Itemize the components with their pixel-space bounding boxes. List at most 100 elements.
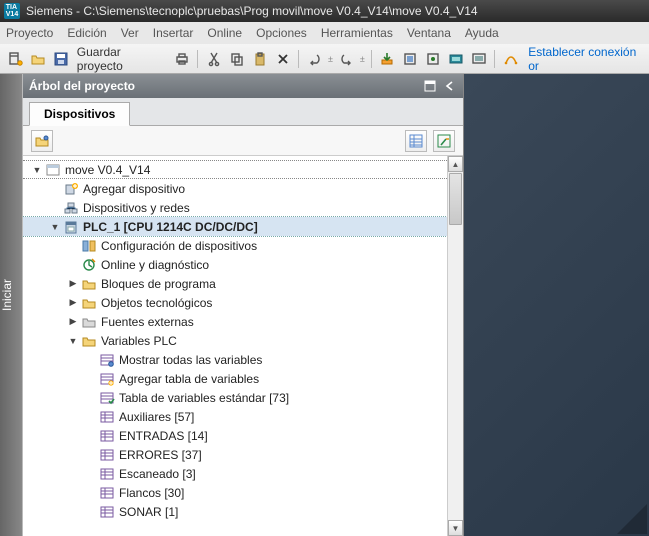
tagtbl-icon — [99, 409, 115, 425]
collapse-icon[interactable]: ▼ — [67, 335, 79, 347]
toolbar-separator — [197, 50, 198, 68]
expand-icon[interactable]: ▶ — [67, 297, 79, 309]
menu-project[interactable]: Proyecto — [6, 26, 53, 40]
tree-node[interactable]: ▶Objetos tecnológicos — [23, 293, 447, 312]
tree-node-label: PLC_1 [CPU 1214C DC/DC/DC] — [83, 220, 258, 234]
menu-options[interactable]: Opciones — [256, 26, 307, 40]
menu-insert[interactable]: Insertar — [153, 26, 194, 40]
tree-area: ▼ move V0.4_V14 Agregar dispositivo Disposi… — [23, 156, 463, 536]
tree-node[interactable]: ▼Variables PLC — [23, 331, 447, 350]
tree-node[interactable]: ERRORES [37] — [23, 445, 447, 464]
tree-node-label: ERRORES [37] — [119, 448, 202, 462]
tree-node[interactable]: ▼ PLC_1 [CPU 1214C DC/DC/DC] — [23, 217, 447, 236]
expand-icon[interactable]: ▶ — [67, 278, 79, 290]
go-online-button[interactable] — [501, 49, 520, 69]
project-tree-panel: Árbol del proyecto Dispositivos ▼ move V0… — [22, 74, 464, 536]
network-view-button[interactable] — [31, 130, 53, 152]
tab-devices[interactable]: Dispositivos — [29, 102, 130, 126]
project-icon — [45, 162, 61, 178]
menu-bar: Proyecto Edición Ver Insertar Online Opc… — [0, 22, 649, 44]
print-button[interactable] — [173, 49, 192, 69]
tree-node[interactable]: Flancos [30] — [23, 483, 447, 502]
redo-dropdown[interactable]: ± — [360, 54, 365, 64]
tagtbl-icon — [99, 504, 115, 520]
project-tree[interactable]: ▼ move V0.4_V14 Agregar dispositivo Disposi… — [23, 156, 447, 536]
netdev-icon — [63, 200, 79, 216]
title-app: Siemens - C:\Siemens\tecnoplc\pruebas\Pr… — [26, 4, 478, 18]
workspace-area — [464, 74, 649, 536]
tree-node[interactable]: Tabla de variables estándar [73] — [23, 388, 447, 407]
tree-node[interactable]: Auxiliares [57] — [23, 407, 447, 426]
title-bar: TIAV14 Siemens - C:\Siemens\tecnoplc\pru… — [0, 0, 649, 22]
paste-button[interactable] — [250, 49, 269, 69]
menu-help[interactable]: Ayuda — [465, 26, 499, 40]
scroll-up-button[interactable]: ▲ — [448, 156, 463, 172]
copy-button[interactable] — [227, 49, 246, 69]
undo-button[interactable] — [305, 49, 324, 69]
menu-online[interactable]: Online — [207, 26, 242, 40]
download-button[interactable] — [378, 49, 397, 69]
tree-node[interactable]: SONAR [1] — [23, 502, 447, 521]
hmi-button[interactable] — [469, 49, 488, 69]
diag-icon — [81, 257, 97, 273]
tree-node[interactable]: ▶ Bloques de programa — [23, 274, 447, 293]
tagtbl-icon — [99, 466, 115, 482]
tagstd-icon — [99, 390, 115, 406]
cut-button[interactable] — [204, 49, 223, 69]
tree-node-label: Flancos [30] — [119, 486, 184, 500]
new-project-button[interactable] — [6, 49, 25, 69]
scroll-down-button[interactable]: ▼ — [448, 520, 463, 536]
vertical-scrollbar[interactable]: ▲ ▼ — [447, 156, 463, 536]
tree-node-label: SONAR [1] — [119, 505, 178, 519]
tagall-icon — [99, 352, 115, 368]
tree-node[interactable]: Agregar dispositivo — [23, 179, 447, 198]
overview-button[interactable] — [433, 130, 455, 152]
panel-header: Árbol del proyecto — [23, 74, 463, 98]
redo-button[interactable] — [337, 49, 356, 69]
tree-node-label: Configuración de dispositivos — [101, 239, 257, 253]
compile-button[interactable] — [401, 49, 420, 69]
menu-tools[interactable]: Herramientas — [321, 26, 393, 40]
tree-node-label: move V0.4_V14 — [65, 163, 150, 177]
tree-node[interactable]: Escaneado [3] — [23, 464, 447, 483]
collapse-icon[interactable]: ▼ — [31, 164, 43, 176]
devcfg-icon — [81, 238, 97, 254]
tree-node-label: Tabla de variables estándar [73] — [119, 391, 289, 405]
tree-node-label: Escaneado [3] — [119, 467, 196, 481]
tree-node[interactable]: ▼ move V0.4_V14 — [23, 160, 447, 179]
tree-node[interactable]: Mostrar todas las variables — [23, 350, 447, 369]
upload-button[interactable] — [424, 49, 443, 69]
start-side-tab[interactable]: Iniciar — [0, 74, 22, 536]
tree-node[interactable]: Agregar tabla de variables — [23, 369, 447, 388]
panel-view-icon[interactable] — [423, 79, 437, 93]
go-online-label[interactable]: Establecer conexión or — [528, 45, 643, 73]
save-button[interactable] — [52, 49, 71, 69]
tree-node-label: Bloques de programa — [101, 277, 216, 291]
menu-view[interactable]: Ver — [121, 26, 139, 40]
scroll-track[interactable] — [448, 172, 463, 520]
expand-icon[interactable]: ▶ — [67, 316, 79, 328]
details-view-button[interactable] — [405, 130, 427, 152]
menu-edit[interactable]: Edición — [67, 26, 106, 40]
collapse-icon[interactable]: ▼ — [49, 221, 61, 233]
tree-node[interactable]: Online y diagnóstico — [23, 255, 447, 274]
tagtbl-icon — [99, 485, 115, 501]
menu-window[interactable]: Ventana — [407, 26, 451, 40]
tree-node[interactable]: ▶Fuentes externas — [23, 312, 447, 331]
tree-node-label: Mostrar todas las variables — [119, 353, 262, 367]
body: Iniciar Árbol del proyecto Dispositivos — [0, 74, 649, 536]
folder-icon — [81, 295, 97, 311]
save-label: Guardar proyecto — [77, 45, 165, 73]
scroll-thumb[interactable] — [449, 173, 462, 225]
tagadd-icon — [99, 371, 115, 387]
open-project-button[interactable] — [29, 49, 48, 69]
tree-node[interactable]: Dispositivos y redes — [23, 198, 447, 217]
collapse-icon[interactable] — [443, 79, 457, 93]
simulate-button[interactable] — [447, 49, 466, 69]
tree-node[interactable]: ENTRADAS [14] — [23, 426, 447, 445]
delete-button[interactable] — [273, 49, 292, 69]
tree-node[interactable]: Configuración de dispositivos — [23, 236, 447, 255]
adddev-icon — [63, 181, 79, 197]
undo-dropdown[interactable]: ± — [328, 54, 333, 64]
tree-node-label: Dispositivos y redes — [83, 201, 190, 215]
